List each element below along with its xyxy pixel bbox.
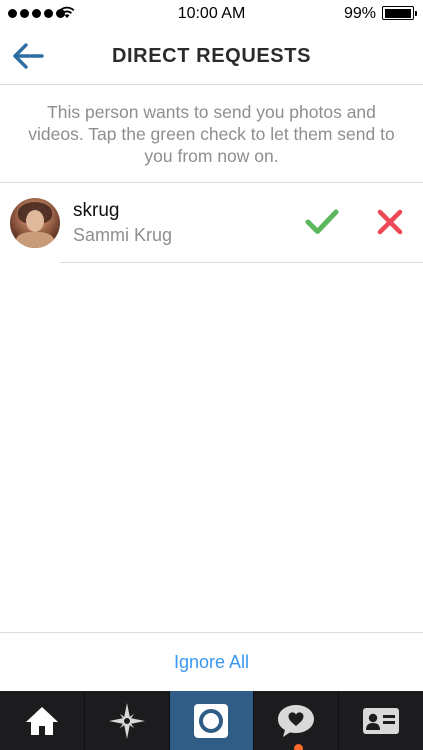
tab-explore[interactable] — [83, 691, 169, 750]
decline-button[interactable] — [376, 208, 404, 236]
x-icon — [377, 209, 403, 235]
checkmark-icon — [305, 209, 339, 234]
tab-profile[interactable] — [338, 691, 423, 750]
request-username[interactable]: skrug — [73, 200, 119, 222]
tab-bar — [0, 691, 423, 750]
ignore-all-button[interactable]: Ignore All — [174, 652, 249, 673]
screen: 10:00 AM 99% DIRECT REQUESTS This person… — [0, 0, 423, 750]
ignore-all-bar: Ignore All — [0, 632, 423, 691]
camera-icon — [194, 703, 229, 738]
page-title: DIRECT REQUESTS — [111, 45, 312, 67]
tab-home[interactable] — [0, 691, 84, 750]
accept-button[interactable] — [305, 207, 339, 237]
row-divider — [60, 262, 423, 263]
tab-camera[interactable] — [168, 691, 254, 750]
battery-icon — [382, 6, 417, 20]
explore-icon — [108, 702, 145, 739]
request-full-name: Sammi Krug — [73, 225, 173, 245]
info-text: This person wants to send you photos and… — [0, 85, 423, 183]
home-icon — [25, 706, 58, 735]
battery-percent: 99% — [343, 5, 376, 22]
activity-heart-icon — [278, 704, 315, 737]
status-bar: 10:00 AM 99% — [0, 0, 423, 28]
tab-activity[interactable] — [253, 691, 338, 750]
request-row[interactable]: skrug Sammi Krug — [0, 184, 423, 263]
avatar[interactable] — [10, 198, 60, 248]
notification-dot — [294, 744, 304, 750]
nav-bar: DIRECT REQUESTS — [0, 28, 423, 85]
profile-icon — [363, 707, 400, 734]
